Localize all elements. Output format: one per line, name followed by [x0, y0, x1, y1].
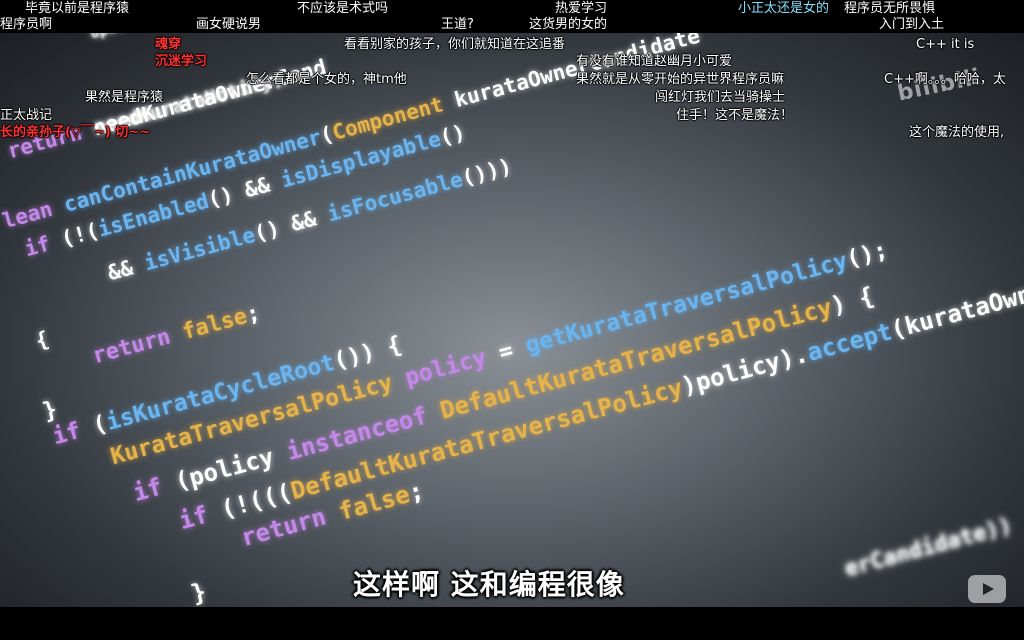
- play-button[interactable]: [968, 575, 1006, 603]
- code-token: if: [130, 468, 180, 508]
- code-token: (kurataOwnerCand: [887, 257, 1024, 345]
- play-icon: [983, 583, 994, 595]
- danmaku-comment[interactable]: 看看别家的孩子，你们就知道在这追番: [344, 37, 565, 52]
- code-token: erCandidate)): [842, 513, 1015, 583]
- code-line: update: [88, 33, 145, 42]
- code-token: if: [176, 496, 226, 536]
- danmaku-comment[interactable]: 程序员无所畏惧: [844, 1, 935, 16]
- danmaku-comment[interactable]: 热爱学习: [555, 1, 607, 16]
- code-token: isVisible: [141, 222, 258, 276]
- code-token: ) {: [827, 281, 877, 321]
- danmaku-comment[interactable]: 小正太还是女的: [738, 1, 829, 16]
- code-line: {: [33, 327, 51, 353]
- code-token: (): [437, 120, 468, 150]
- code-token: lean: [0, 193, 68, 234]
- danmaku-comment[interactable]: 这货男的女的: [529, 17, 607, 32]
- danmaku-comment[interactable]: 魂穿: [155, 37, 181, 52]
- code-token: () &&: [251, 203, 332, 246]
- danmaku-comment[interactable]: 怎么看都是个女的，神tm他: [246, 72, 407, 87]
- danmaku-comment[interactable]: 不应该是术式吗: [297, 1, 388, 16]
- video-frame[interactable]: updateneedKurataNotify;return needKurata…: [0, 33, 1024, 607]
- video-player[interactable]: updateneedKurataNotify;return needKurata…: [0, 0, 1024, 640]
- code-token: return: [5, 117, 97, 164]
- code-token: }: [40, 396, 61, 426]
- danmaku-comment[interactable]: 画女硬说男: [196, 17, 261, 32]
- danmaku-comment[interactable]: C++啊。。。哈哈，太: [884, 72, 1006, 87]
- code-token: ();: [843, 237, 891, 273]
- code-line: }: [188, 577, 209, 607]
- code-line: }: [40, 396, 60, 425]
- danmaku-comment[interactable]: 有没有谁知道赵幽月小可爱: [576, 54, 732, 69]
- subtitle-text: 这样啊 这和编程很像: [353, 568, 625, 601]
- danmaku-comment[interactable]: 闯红灯我们去当骑操士: [655, 90, 785, 105]
- danmaku-comment[interactable]: C++ it is: [916, 37, 974, 52]
- danmaku-comment[interactable]: 程序员啊: [0, 17, 52, 32]
- danmaku-comment[interactable]: 住手！这不是魔法！: [676, 108, 793, 123]
- code-token: false: [179, 303, 251, 346]
- code-token: return: [90, 321, 187, 370]
- danmaku-comment[interactable]: 入门到入土: [879, 17, 944, 32]
- danmaku-comment[interactable]: 果然就是从零开始的异世界程序员嘛: [576, 72, 784, 87]
- code-scene: updateneedKurataNotify;return needKurata…: [0, 33, 1024, 607]
- code-line: erCandidate)): [842, 513, 1015, 582]
- danmaku-comment[interactable]: 这个魔法的使用,: [909, 125, 1004, 140]
- danmaku-comment[interactable]: 毕竟以前是程序猿: [25, 1, 129, 16]
- danmaku-comment[interactable]: 长的亲孙子(▽￣~) 切~~: [0, 125, 150, 140]
- danmaku-comment[interactable]: 沉迷学习: [155, 54, 207, 69]
- code-token: ())): [459, 154, 515, 191]
- danmaku-comment[interactable]: 正太战记: [0, 108, 52, 123]
- code-token: if: [22, 228, 65, 262]
- code-line: return false;: [90, 300, 263, 369]
- code-token: &&: [105, 252, 148, 286]
- danmaku-comment[interactable]: 果然是程序猿: [85, 90, 163, 105]
- code-token: {: [33, 326, 52, 354]
- code-token: }: [188, 577, 210, 607]
- code-token: update: [88, 33, 145, 42]
- danmaku-comment[interactable]: 王道?: [441, 17, 474, 32]
- code-token: (!(: [58, 218, 102, 252]
